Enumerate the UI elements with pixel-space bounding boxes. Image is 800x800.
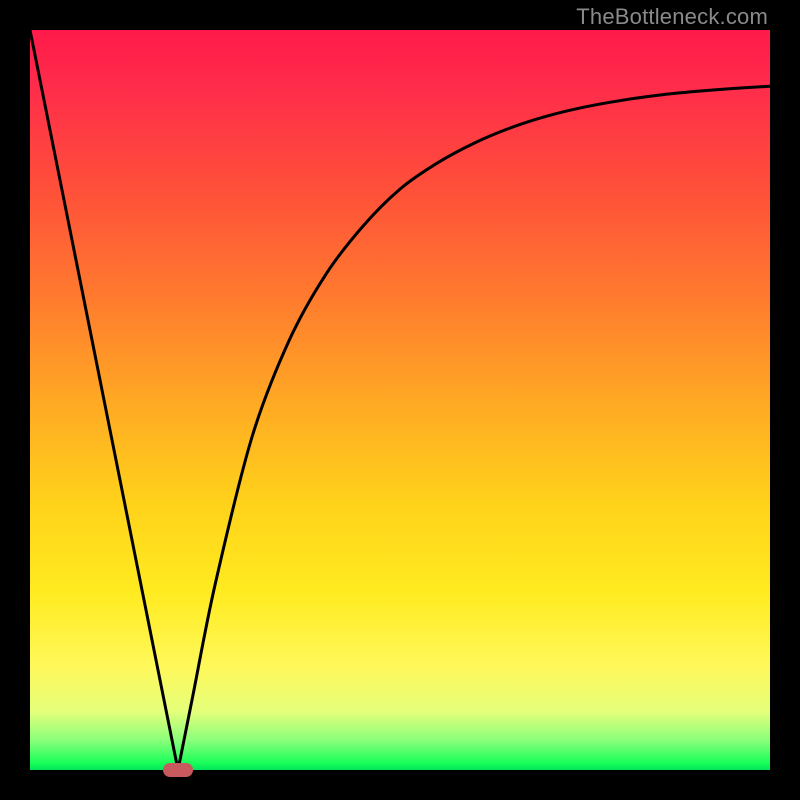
- curve-svg: [30, 30, 770, 770]
- chart-frame: TheBottleneck.com: [0, 0, 800, 800]
- watermark-text: TheBottleneck.com: [576, 4, 768, 30]
- bottleneck-curve: [30, 30, 770, 770]
- plot-area: [30, 30, 770, 770]
- min-marker: [163, 763, 193, 777]
